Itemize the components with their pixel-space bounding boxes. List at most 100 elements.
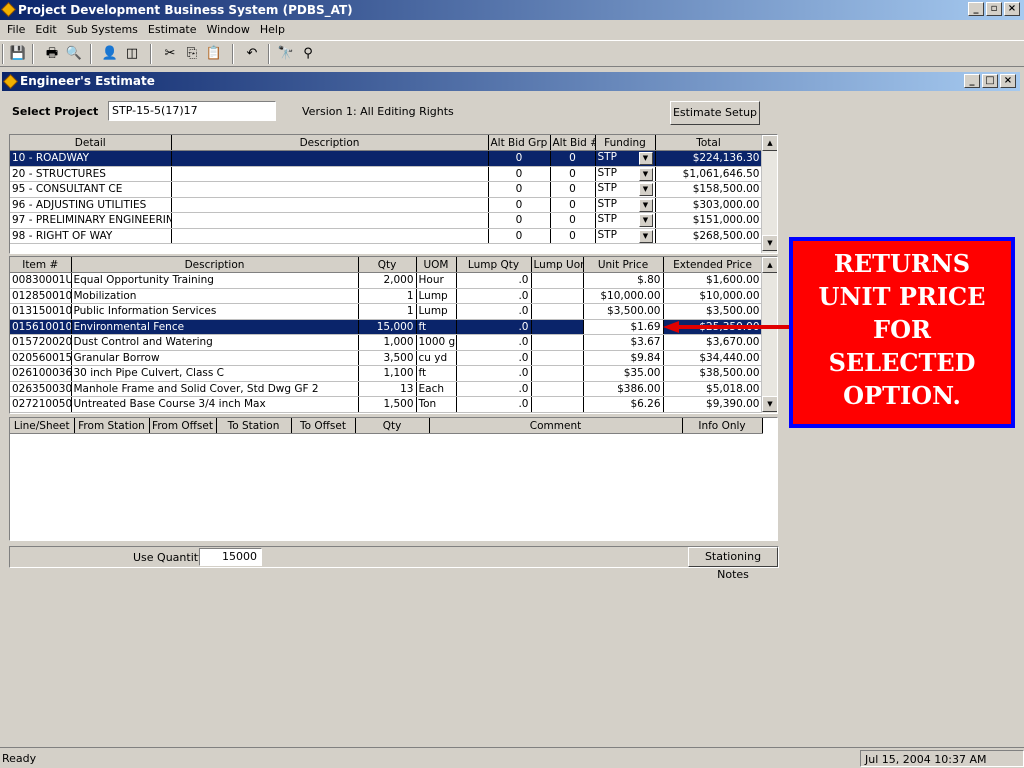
table-cell[interactable]: $9.84 <box>583 350 664 366</box>
table-cell[interactable]: 97 - PRELIMINARY ENGINEERING <box>10 212 172 229</box>
col-header-lump-uom[interactable]: Lump Uom <box>531 257 584 273</box>
table-cell[interactable]: 0 <box>488 197 551 213</box>
table-cell[interactable]: Lump <box>416 303 457 320</box>
table-cell[interactable]: Untreated Base Course 3/4 inch Max <box>71 396 359 413</box>
table-cell[interactable] <box>531 350 584 366</box>
table-cell[interactable] <box>531 365 584 382</box>
table-cell[interactable]: .0 <box>456 396 532 413</box>
table-cell[interactable]: .0 <box>456 303 532 320</box>
table-cell[interactable]: $5,018.00 <box>663 381 763 397</box>
table-cell[interactable]: 026350030 <box>10 381 72 397</box>
table-cell[interactable]: $1,600.00 <box>663 272 763 289</box>
table-cell[interactable]: $9,390.00 <box>663 396 763 413</box>
col-header-qty[interactable]: Qty <box>358 257 417 273</box>
table-cell[interactable]: $151,000.00 <box>655 212 763 229</box>
table-cell[interactable]: 0 <box>550 197 596 213</box>
table-cell[interactable]: $303,000.00 <box>655 197 763 213</box>
table-row[interactable]: 015720020 Dust Control and Watering 1,000 1… <box>10 334 763 351</box>
table-cell[interactable]: .0 <box>456 350 532 366</box>
table-cell[interactable]: $1,061,646.50 <box>655 166 763 182</box>
table-cell[interactable]: Public Information Services <box>71 303 359 320</box>
table-cell[interactable]: $38,500.00 <box>663 365 763 382</box>
table-cell[interactable] <box>531 334 584 351</box>
col-header-item-number[interactable]: Item # <box>10 257 72 273</box>
table-cell[interactable]: 1000 ga <box>416 334 457 351</box>
table-cell[interactable] <box>531 272 584 289</box>
table-cell[interactable]: 2,000 <box>358 272 417 289</box>
table-cell[interactable]: 15,000 <box>358 319 417 335</box>
menu-window[interactable]: Window <box>202 23 255 36</box>
copy-icon[interactable]: ⎘ <box>182 45 202 63</box>
dropdown-arrow-icon[interactable]: ▼ <box>638 198 653 212</box>
table-cell[interactable] <box>171 181 489 198</box>
save-icon[interactable]: 💾 <box>8 45 28 63</box>
col-header-from-offset[interactable]: From Offset <box>149 418 217 434</box>
table-cell[interactable]: 015720020 <box>10 334 72 351</box>
table-cell[interactable]: 1 <box>358 288 417 304</box>
child-close-button[interactable]: × <box>1000 74 1016 88</box>
table-cell[interactable]: $3,500.00 <box>583 303 664 320</box>
table-cell[interactable]: STP ▼ <box>595 166 656 182</box>
table-cell[interactable]: 98 - RIGHT OF WAY <box>10 228 172 244</box>
table-cell[interactable]: Mobilization <box>71 288 359 304</box>
col-header-total[interactable]: Total <box>655 135 763 151</box>
table-cell[interactable]: Environmental Fence <box>71 319 359 335</box>
col-header-comment[interactable]: Comment <box>429 418 683 434</box>
table-cell[interactable]: Manhole Frame and Solid Cover, Std Dwg G… <box>71 381 359 397</box>
child-minimize-button[interactable]: _ <box>964 74 980 88</box>
table-row[interactable]: 00830001U Equal Opportunity Training 2,000… <box>10 272 763 289</box>
table-cell[interactable]: 1 <box>358 303 417 320</box>
col-header-extended-price[interactable]: Extended Price <box>663 257 763 273</box>
col-header-station-qty[interactable]: Qty <box>355 418 430 434</box>
table-cell[interactable]: $6.26 <box>583 396 664 413</box>
table-cell[interactable]: .0 <box>456 381 532 397</box>
table-cell[interactable]: 0 <box>488 150 551 167</box>
stationing-notes-button[interactable]: Stationing Notes <box>688 547 778 581</box>
close-button[interactable]: × <box>1004 2 1020 16</box>
table-cell[interactable]: $158,500.00 <box>655 181 763 198</box>
dropdown-arrow-icon[interactable]: ▼ <box>638 167 653 181</box>
table-cell[interactable]: Granular Borrow <box>71 350 359 366</box>
estimate-setup-button[interactable]: Estimate Setup <box>670 101 760 125</box>
table-row[interactable]: 20 - STRUCTURES 0 0 STP ▼ $1,061,646.50 <box>10 166 763 182</box>
table-cell[interactable]: Equal Opportunity Training <box>71 272 359 289</box>
menu-estimate[interactable]: Estimate <box>143 23 202 36</box>
scroll-down-icon[interactable]: ▼ <box>762 396 777 412</box>
dropdown-arrow-icon[interactable]: ▼ <box>638 152 653 166</box>
details-scrollbar[interactable]: ▲ ▼ <box>761 135 777 253</box>
table-cell[interactable]: 96 - ADJUSTING UTILITIES <box>10 197 172 213</box>
table-cell[interactable]: $386.00 <box>583 381 664 397</box>
table-cell[interactable]: Each <box>416 381 457 397</box>
table-cell[interactable]: 00830001U <box>10 272 72 289</box>
table-cell[interactable]: .0 <box>456 334 532 351</box>
find-user-icon[interactable]: 👤 <box>100 45 120 63</box>
items-scrollbar[interactable]: ▲ ▼ <box>761 257 777 413</box>
col-header-from-station[interactable]: From Station <box>74 418 150 434</box>
table-cell[interactable]: 0 <box>488 212 551 229</box>
table-cell[interactable] <box>531 288 584 304</box>
table-cell[interactable]: 012850010 <box>10 288 72 304</box>
table-cell[interactable]: 3,500 <box>358 350 417 366</box>
table-cell[interactable]: 0 <box>488 181 551 198</box>
table-cell[interactable]: STP ▼ <box>595 228 656 244</box>
restore-button[interactable]: ▫ <box>986 2 1002 16</box>
dropdown-arrow-icon[interactable]: ▼ <box>638 183 653 197</box>
table-cell[interactable]: $10,000.00 <box>583 288 664 304</box>
col-header-detail[interactable]: Detail <box>10 135 172 151</box>
table-cell[interactable]: 30 inch Pipe Culvert, Class C <box>71 365 359 382</box>
table-row[interactable]: 020560015 Granular Borrow 3,500 cu yd .0 $9.8… <box>10 350 763 366</box>
table-cell[interactable]: 013150010 <box>10 303 72 320</box>
table-cell[interactable]: 1,100 <box>358 365 417 382</box>
project-input[interactable]: STP-15-5(17)17 <box>108 101 276 121</box>
table-row[interactable]: 98 - RIGHT OF WAY 0 0 STP ▼ $268,500.00 <box>10 228 763 244</box>
table-cell[interactable]: 0 <box>550 181 596 198</box>
table-cell[interactable] <box>531 381 584 397</box>
col-header-to-offset[interactable]: To Offset <box>291 418 356 434</box>
menu-file[interactable]: File <box>2 23 30 36</box>
scroll-down-icon[interactable]: ▼ <box>762 235 777 251</box>
table-cell[interactable]: .0 <box>456 365 532 382</box>
table-row[interactable]: 10 - ROADWAY 0 0 STP ▼ $224,136.30 <box>10 150 763 167</box>
table-cell[interactable]: $.80 <box>583 272 664 289</box>
table-row[interactable]: 96 - ADJUSTING UTILITIES 0 0 STP ▼ $303,000.0… <box>10 197 763 213</box>
table-cell[interactable]: 1,000 <box>358 334 417 351</box>
